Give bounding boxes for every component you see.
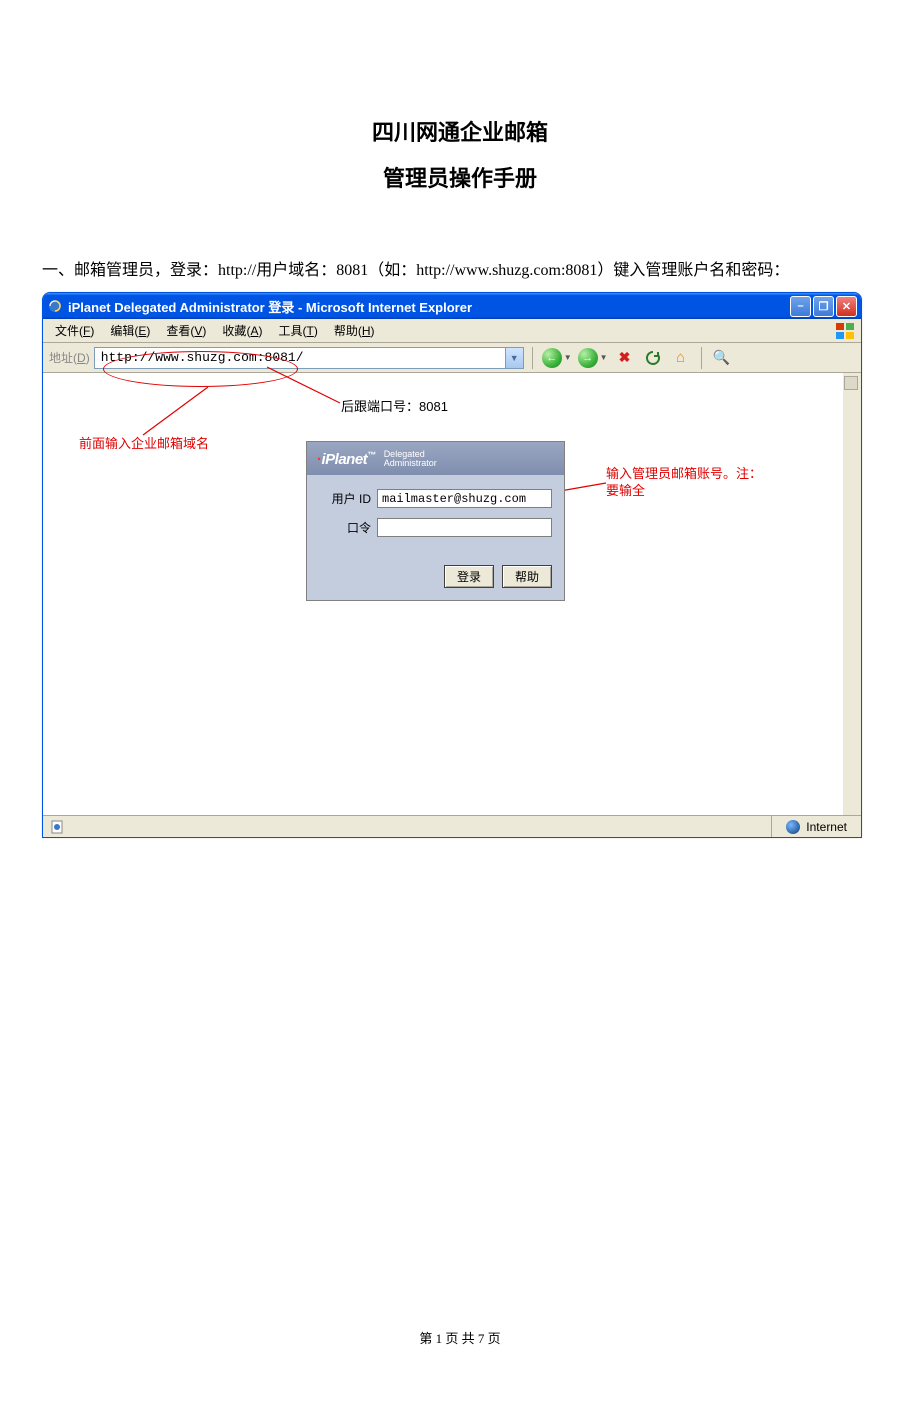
close-button[interactable]: ✕ <box>836 296 857 317</box>
annotation-arrow <box>558 481 608 493</box>
annotation-account: 输入管理员邮箱账号。注：要输全 <box>606 466 766 500</box>
menu-favorites[interactable]: 收藏(A) <box>214 320 270 341</box>
window-title: iPlanet Delegated Administrator 登录 - Mic… <box>68 297 790 316</box>
doc-subtitle: 管理员操作手册 <box>0 161 920 193</box>
menubar: 文件(F) 编辑(E) 查看(V) 收藏(A) 工具(T) 帮助(H) <box>43 319 861 343</box>
statusbar-page-icon <box>47 819 67 835</box>
login-header: ·iPlanet™ DelegatedAdministrator <box>307 442 564 475</box>
titlebar: iPlanet Delegated Administrator 登录 - Mic… <box>43 293 861 319</box>
annotation-ellipse <box>103 351 298 387</box>
ie-icon <box>47 298 63 314</box>
refresh-button[interactable] <box>641 347 665 369</box>
statusbar-zone: Internet <box>771 816 861 837</box>
back-button[interactable]: ←▼ <box>541 347 573 369</box>
page-footer: 第 1 页 共 7 页 <box>0 1328 920 1347</box>
doc-title: 四川网通企业邮箱 <box>0 115 920 147</box>
menu-file[interactable]: 文件(F) <box>47 320 102 341</box>
annotation-arrow <box>138 385 213 440</box>
page-content: 前面输入企业邮箱域名 后跟端口号：8081 输入管理员邮箱账号。注：要输全 ·i… <box>43 373 861 815</box>
password-input[interactable] <box>377 518 552 537</box>
annotation-port: 后跟端口号：8081 <box>341 399 448 416</box>
login-panel: ·iPlanet™ DelegatedAdministrator 用户 ID 口… <box>306 441 565 601</box>
globe-icon <box>786 820 800 834</box>
password-label: 口令 <box>319 519 371 536</box>
address-dropdown[interactable]: ▼ <box>505 348 523 368</box>
iplanet-sub: DelegatedAdministrator <box>384 450 437 468</box>
windows-flag-icon <box>835 322 857 340</box>
userid-input[interactable] <box>377 489 552 508</box>
address-label: 地址(D) <box>49 349 90 366</box>
stop-button[interactable]: ✖ <box>613 347 637 369</box>
menu-tools[interactable]: 工具(T) <box>270 320 325 341</box>
login-button[interactable]: 登录 <box>444 565 494 588</box>
refresh-icon <box>645 350 661 366</box>
home-icon: ⌂ <box>676 349 685 366</box>
stop-icon: ✖ <box>619 349 631 366</box>
statusbar: Internet <box>43 815 861 837</box>
menu-edit[interactable]: 编辑(E) <box>102 320 158 341</box>
doc-paragraph: 一、邮箱管理员，登录：http://用户域名：8081（如：http://www… <box>42 253 880 288</box>
annotation-domain: 前面输入企业邮箱域名 <box>79 436 209 453</box>
iplanet-logo: ·iPlanet™ <box>317 450 376 468</box>
menu-help[interactable]: 帮助(H) <box>326 320 383 341</box>
search-button[interactable]: 🔍 <box>710 347 734 369</box>
forward-button[interactable]: →▼ <box>577 347 609 369</box>
minimize-button[interactable]: – <box>790 296 811 317</box>
userid-label: 用户 ID <box>319 490 371 507</box>
home-button[interactable]: ⌂ <box>669 347 693 369</box>
search-icon: 🔍 <box>713 349 730 366</box>
help-button[interactable]: 帮助 <box>502 565 552 588</box>
menu-view[interactable]: 查看(V) <box>158 320 214 341</box>
maximize-button[interactable]: ❐ <box>813 296 834 317</box>
browser-window: iPlanet Delegated Administrator 登录 - Mic… <box>42 292 862 838</box>
